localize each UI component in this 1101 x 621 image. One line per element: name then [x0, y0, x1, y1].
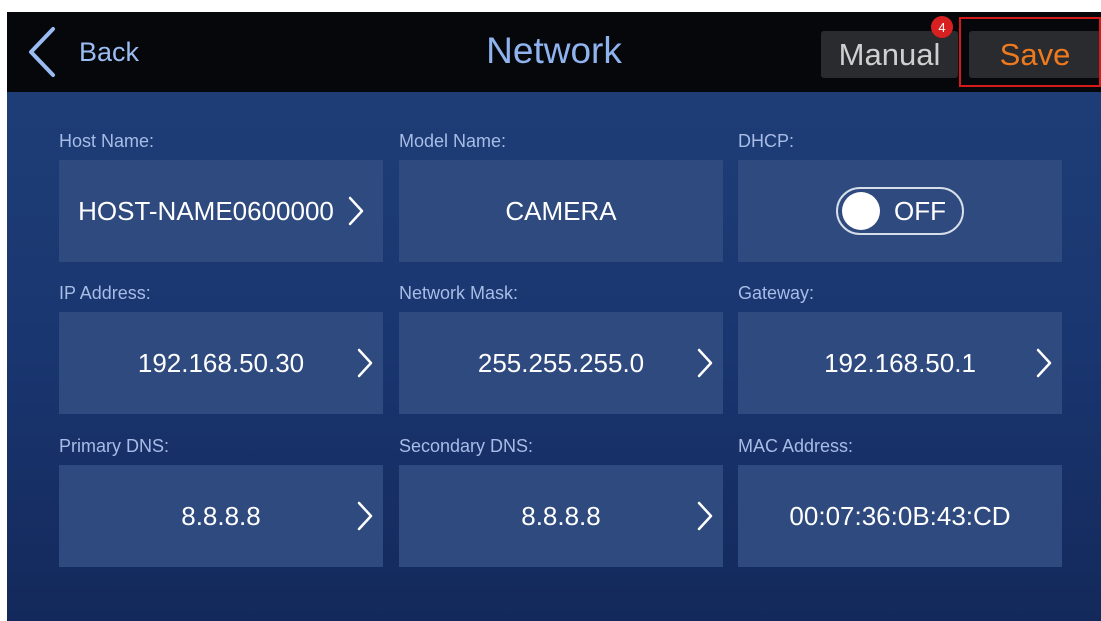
mac-address-label: MAC Address:: [738, 436, 854, 456]
ip-address-label: IP Address:: [59, 283, 151, 303]
mac-address-field: 00:07:36:0B:43:CD: [738, 465, 1062, 567]
primary-dns-label: Primary DNS:: [59, 436, 170, 456]
chevron-right-icon: [357, 348, 373, 378]
gateway-value: 192.168.50.1: [824, 347, 976, 378]
host-name-label: Host Name:: [59, 131, 155, 151]
secondary-dns-field[interactable]: 8.8.8.8: [399, 465, 723, 567]
manual-label: Manual: [838, 36, 941, 72]
host-name-value: HOST-NAME0600000: [78, 195, 334, 226]
network-settings-screen: Back Network Manual 4 Save Host Name: HO…: [7, 12, 1101, 621]
gateway-label: Gateway:: [738, 283, 815, 303]
dhcp-toggle-state: OFF: [894, 195, 946, 226]
network-mask-label: Network Mask:: [399, 283, 519, 303]
primary-dns-value: 8.8.8.8: [181, 500, 261, 531]
ip-address-value: 192.168.50.30: [137, 347, 305, 378]
chevron-right-icon: [357, 501, 373, 531]
ip-address-field[interactable]: 192.168.50.30: [59, 312, 383, 414]
dhcp-field: OFF: [738, 160, 1062, 262]
dhcp-toggle[interactable]: OFF: [836, 187, 964, 235]
save-highlight-outline: [959, 17, 1101, 87]
secondary-dns-label: Secondary DNS:: [399, 436, 534, 456]
chevron-right-icon: [697, 348, 713, 378]
back-label: Back: [79, 36, 140, 67]
network-mask-field[interactable]: 255.255.255.0: [399, 312, 723, 414]
dhcp-label: DHCP:: [738, 131, 795, 151]
back-button[interactable]: Back: [27, 22, 139, 82]
gateway-field[interactable]: 192.168.50.1: [738, 312, 1062, 414]
model-name-value: CAMERA: [505, 195, 617, 226]
manual-button[interactable]: Manual: [821, 31, 958, 78]
network-mask-value: 255.255.255.0: [477, 347, 645, 378]
host-name-field[interactable]: HOST-NAME0600000: [59, 160, 383, 262]
mac-address-value: 00:07:36:0B:43:CD: [789, 500, 1011, 531]
toggle-knob: [842, 192, 880, 230]
secondary-dns-value: 8.8.8.8: [521, 500, 601, 531]
chevron-right-icon: [348, 196, 364, 226]
chevron-left-icon: [29, 27, 55, 77]
primary-dns-field[interactable]: 8.8.8.8: [59, 465, 383, 567]
notification-badge: 4: [931, 16, 953, 38]
model-name-label: Model Name:: [399, 131, 507, 151]
chevron-right-icon: [1036, 348, 1052, 378]
model-name-field: CAMERA: [399, 160, 723, 262]
app-frame: Back Network Manual 4 Save Host Name: HO…: [0, 0, 1101, 621]
chevron-right-icon: [697, 501, 713, 531]
